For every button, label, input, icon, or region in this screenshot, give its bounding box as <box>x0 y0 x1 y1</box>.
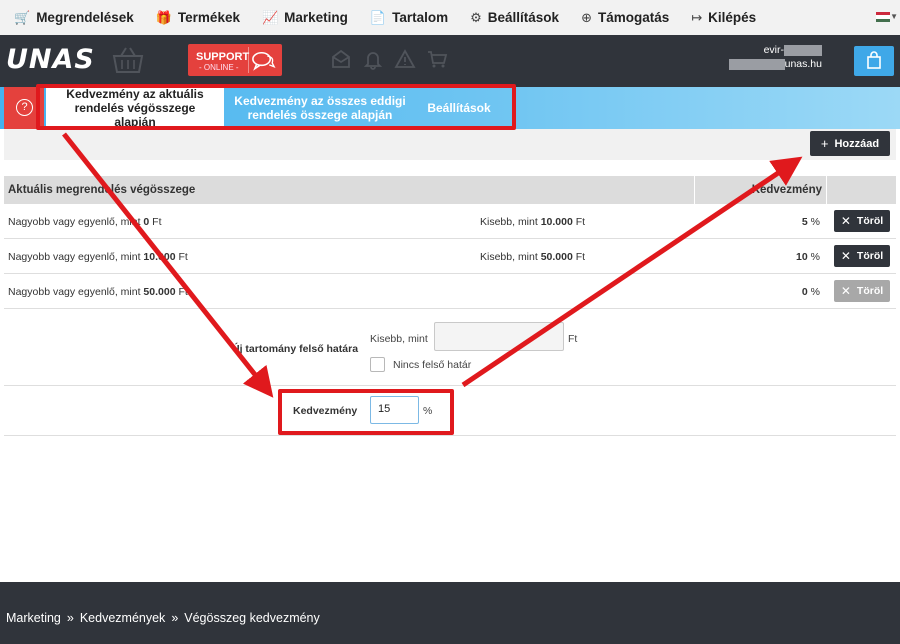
currency-unit: Ft <box>568 333 578 345</box>
shop-name[interactable]: evir- unas.hu <box>728 43 822 71</box>
support-online-button[interactable]: SUPPORT - ONLINE - <box>188 44 282 76</box>
menu-item-tamogatas[interactable]: ⊕ Támogatás <box>581 10 669 26</box>
menu-label: Termékek <box>177 10 240 25</box>
footer: Marketing » Kedvezmények » Végösszeg kedvezm… <box>0 582 900 644</box>
lower-bound: Nagyobb vagy egyenlő, mint 0 Ft <box>8 216 162 228</box>
breadcrumb-item[interactable]: Kedvezmények <box>80 611 165 625</box>
unas-logo[interactable]: UNAS <box>6 44 95 75</box>
menu-label: Megrendelések <box>36 10 134 25</box>
language-flag-icon[interactable] <box>876 12 890 22</box>
chevron-down-icon[interactable]: ▼ <box>890 12 898 21</box>
discount-value: 10 % <box>796 251 820 263</box>
logout-icon: ↦ <box>691 9 703 25</box>
shop-domain: unas.hu <box>784 58 822 70</box>
menu-item-marketing[interactable]: 📈 Marketing <box>262 10 348 26</box>
annotation-box-discount <box>278 389 454 435</box>
menu-label: Támogatás <box>597 10 670 25</box>
support-status: - ONLINE - <box>199 63 239 72</box>
lower-bound: Nagyobb vagy egyenlő, mint 10.000 Ft <box>8 251 188 263</box>
gift-icon: 🎁 <box>155 9 172 25</box>
table-header: Aktuális megrendelés végösszege Kedvezmé… <box>4 176 896 204</box>
app-header: UNAS SUPPORT - ONLINE - evir- unas.hu <box>0 35 900 87</box>
question-icon: ? <box>16 99 33 116</box>
upper-bound: Kisebb, mint 10.000 Ft <box>480 216 586 228</box>
bell-icon[interactable] <box>362 48 384 70</box>
lower-bound: Nagyobb vagy egyenlő, mint 50.000 Ft <box>8 286 188 298</box>
table-row: Nagyobb vagy egyenlő, mint 10.000 Ft Kis… <box>4 239 896 274</box>
menu-label: Kilépés <box>708 10 757 25</box>
menu-item-termekek[interactable]: 🎁 Termékek <box>156 10 240 26</box>
add-button[interactable]: + Hozzáad <box>810 131 890 156</box>
close-icon: ✕ <box>840 284 851 298</box>
upper-limit-input[interactable] <box>434 322 564 351</box>
table-row: Nagyobb vagy egyenlő, mint 50.000 Ft 0 %… <box>4 274 896 309</box>
column-divider <box>694 176 695 204</box>
no-upper-limit-label[interactable]: Nincs felső határ <box>393 359 471 371</box>
redacted-text <box>728 58 785 70</box>
lifebuoy-icon: ⊕ <box>581 9 592 25</box>
menu-label: Marketing <box>284 10 348 25</box>
close-icon: ✕ <box>840 249 851 263</box>
top-menu: 🛒 Megrendelések 🎁 Termékek 📈 Marketing 📄 Tar… <box>0 0 900 35</box>
menu-item-kilepes[interactable]: ↦ Kilépés <box>691 10 756 26</box>
new-range-upper-label: Új tartomány felső határa <box>232 343 359 355</box>
divider <box>4 385 896 386</box>
less-than-label: Kisebb, mint <box>370 333 428 345</box>
cart-icon[interactable] <box>426 48 448 70</box>
column-divider <box>826 176 827 204</box>
mail-icon[interactable] <box>330 48 352 70</box>
no-upper-limit-checkbox[interactable] <box>370 357 385 372</box>
document-icon: 📄 <box>369 9 387 25</box>
menu-item-beallitasok[interactable]: ⚙ Beállítások <box>470 10 559 26</box>
delete-button[interactable]: ✕ Töröl <box>834 210 890 232</box>
chart-icon: 📈 <box>261 9 279 25</box>
warning-icon[interactable] <box>394 48 416 70</box>
menu-item-tartalom[interactable]: 📄 Tartalom <box>370 10 448 26</box>
shop-bag-button[interactable] <box>854 46 894 76</box>
column-header-range: Aktuális megrendelés végösszege <box>8 184 196 196</box>
menu-label: Beállítások <box>487 10 560 25</box>
delete-button-disabled: ✕ Töröl <box>834 280 890 302</box>
divider <box>4 435 896 436</box>
breadcrumb-item-current: Végösszeg kedvezmény <box>184 611 320 625</box>
breadcrumb: Marketing » Kedvezmények » Végösszeg kedvezm… <box>6 611 320 625</box>
annotation-box-tabs <box>36 84 516 130</box>
shopping-bag-icon <box>867 51 881 69</box>
shop-name-prefix: evir- <box>763 44 784 56</box>
plus-icon: + <box>820 136 829 151</box>
table-row: Nagyobb vagy egyenlő, mint 0 Ft Kisebb, … <box>4 204 896 239</box>
chat-icon <box>248 47 276 73</box>
basket-icon <box>112 47 144 73</box>
breadcrumb-separator: » <box>171 611 179 625</box>
toolbar: + Hozzáad <box>4 129 896 160</box>
column-header-discount: Kedvezmény <box>751 184 822 196</box>
header-icons <box>330 48 448 70</box>
support-title: SUPPORT <box>196 51 250 63</box>
breadcrumb-separator: » <box>66 611 74 625</box>
breadcrumb-item[interactable]: Marketing <box>6 611 61 625</box>
menu-item-megrendelesek[interactable]: 🛒 Megrendelések <box>14 10 134 26</box>
redacted-text <box>784 44 822 56</box>
discount-value: 0 % <box>801 286 820 298</box>
cart-icon: 🛒 <box>14 9 31 25</box>
add-label: Hozzáad <box>834 137 880 150</box>
close-icon: ✕ <box>840 214 851 228</box>
gear-icon: ⚙ <box>470 9 482 25</box>
discount-value: 5 % <box>801 216 820 228</box>
upper-bound: Kisebb, mint 50.000 Ft <box>480 251 586 263</box>
delete-button[interactable]: ✕ Töröl <box>834 245 890 267</box>
menu-label: Tartalom <box>392 10 449 25</box>
